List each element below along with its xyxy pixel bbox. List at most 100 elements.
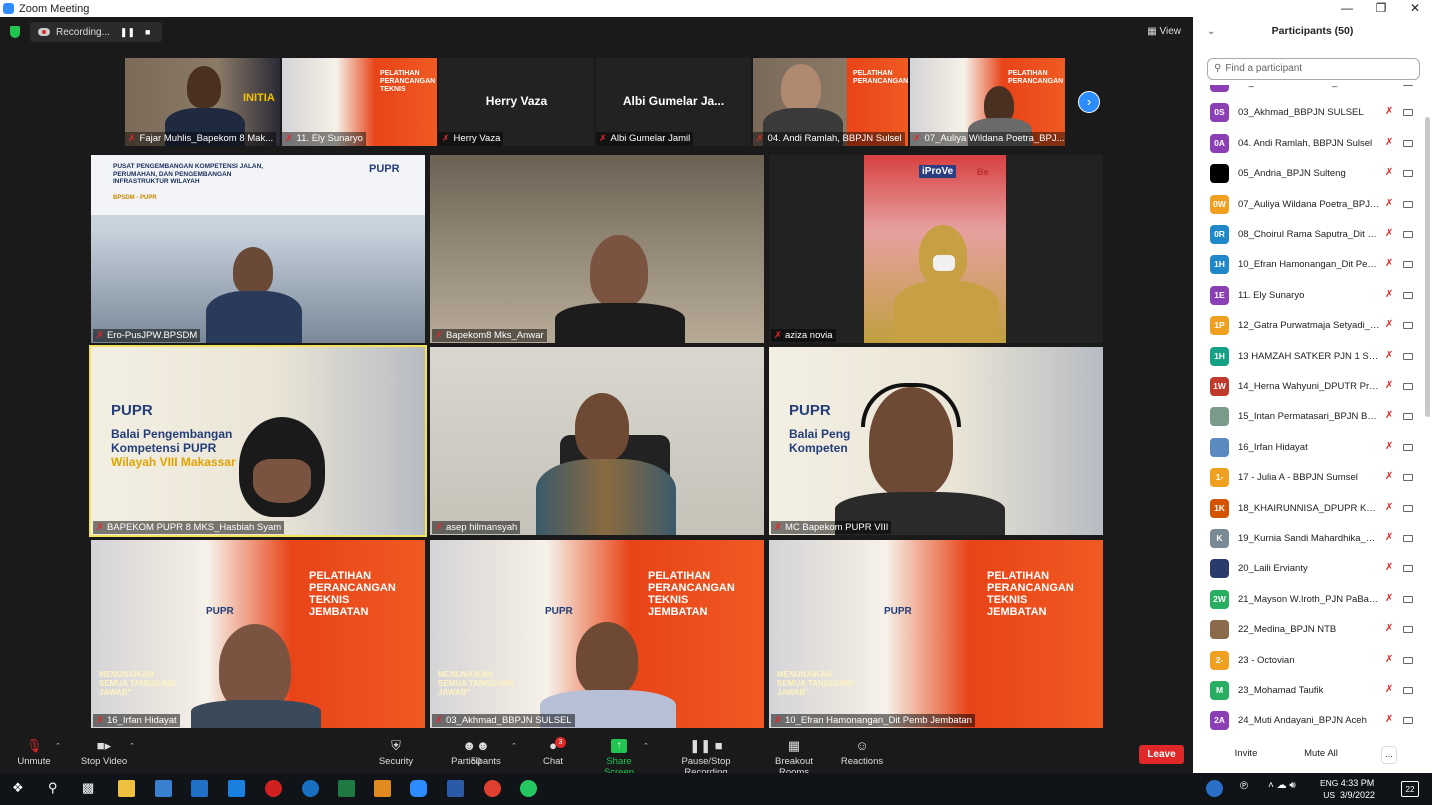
participant-row[interactable]: 1P 12_Gatra Purwatmaja Setyadi_B... ✗ [1193, 312, 1425, 340]
search-icon[interactable]: ⚲ [48, 780, 58, 796]
invite-button[interactable]: Invite [1231, 746, 1261, 764]
chat-button[interactable]: ● 3 Chat [538, 737, 568, 767]
windows-start-icon[interactable]: ❖ [12, 780, 24, 796]
muted-mic-icon[interactable]: ✗ [1385, 471, 1393, 482]
video-camera-icon[interactable] [1403, 383, 1413, 390]
video-camera-icon[interactable] [1403, 656, 1413, 664]
video-camera-icon[interactable] [1403, 139, 1413, 147]
participant-row[interactable]: 0R 08_Choirul Rama Saputra_Dit P... ✗ [1193, 221, 1425, 249]
muted-mic-icon[interactable]: ✗ [1385, 502, 1393, 513]
mail-icon[interactable] [191, 780, 208, 797]
muted-mic-icon[interactable]: ✗ [1385, 258, 1393, 269]
stop-video-button[interactable]: ■▸ Stop Video [79, 739, 129, 768]
muted-mic-icon[interactable]: ✗ [1385, 380, 1393, 391]
security-button[interactable]: ⛨ Security [376, 739, 416, 768]
dropbox-icon[interactable] [228, 780, 245, 797]
close-button[interactable]: ✕ [1398, 0, 1432, 17]
video-camera-icon[interactable] [1403, 291, 1413, 299]
muted-mic-icon[interactable]: ✗ [1385, 319, 1393, 330]
maximize-button[interactable]: ❐ [1364, 0, 1398, 17]
participant-row[interactable]: 22_Medina_BPJN NTB ✗ [1193, 616, 1425, 644]
video-camera-icon[interactable] [1403, 626, 1413, 634]
next-page-arrow-icon[interactable]: › [1078, 91, 1100, 113]
muted-mic-icon[interactable]: ✗ [1385, 85, 1393, 87]
participant-row[interactable]: 2W 21_Mayson W.Iroth_PJN PaBar_... ✗ [1193, 586, 1425, 614]
task-view-icon[interactable]: ▩ [82, 780, 94, 796]
security-shield-icon[interactable] [10, 26, 20, 38]
muted-mic-icon[interactable]: ✗ [1385, 410, 1393, 421]
muted-mic-icon[interactable]: ✗ [1385, 228, 1393, 239]
muted-mic-icon[interactable]: ✗ [1385, 562, 1393, 573]
view-button[interactable]: ▦ View [1147, 26, 1181, 37]
muted-mic-icon[interactable]: ✗ [1385, 593, 1393, 604]
video-camera-icon[interactable] [1403, 85, 1413, 86]
muted-mic-icon[interactable]: ✗ [1385, 350, 1393, 361]
pause-recording-icon[interactable]: ❚❚ [120, 27, 135, 38]
participant-row[interactable]: 0A 04. Andi Ramlah, BBPJN Sulsel ✗ [1193, 130, 1425, 158]
video-tile[interactable]: ✗ Bapekom8 Mks_Anwar [430, 155, 764, 343]
whatsapp-icon[interactable] [520, 780, 537, 797]
muted-mic-icon[interactable]: ✗ [1385, 137, 1393, 148]
strip-tile[interactable]: Herry Vaza ✗ Herry Vaza [439, 58, 594, 146]
video-camera-icon[interactable] [1403, 109, 1413, 117]
word-icon[interactable] [447, 780, 464, 797]
video-camera-icon[interactable] [1403, 504, 1413, 512]
file-explorer-icon[interactable] [118, 780, 135, 797]
video-camera-icon[interactable] [1403, 717, 1413, 725]
stop-recording-icon[interactable]: ■ [145, 27, 150, 37]
audio-options-caret[interactable]: ˆ [52, 742, 64, 753]
participant-row[interactable]: 05_Andria_BPJN Sulteng ✗ [1193, 160, 1425, 188]
participant-row[interactable]: OB 02_Adhiwan Banuzaki_BBPJN Sult... ✗ [1193, 85, 1425, 97]
video-tile[interactable]: PELATIHAN PERANCANGAN TEKNIS JEMBATAN PUPR … [91, 540, 425, 728]
participant-row[interactable]: K 19_Kurnia Sandi Mahardhika_B... ✗ [1193, 525, 1425, 553]
participant-row[interactable]: 1H 13 HAMZAH SATKER PJN 1 SUL... ✗ [1193, 343, 1425, 371]
video-camera-icon[interactable] [1403, 687, 1413, 694]
video-camera-icon[interactable] [1403, 322, 1413, 330]
video-tile[interactable]: PELATIHAN PERANCANGAN TEKNIS JEMBATAN PUPR … [769, 540, 1103, 728]
notification-center-icon[interactable]: 22 [1401, 781, 1419, 797]
muted-mic-icon[interactable]: ✗ [1385, 106, 1393, 117]
participant-row[interactable]: 1E 11. Ely Sunaryo ✗ [1193, 282, 1425, 310]
muted-mic-icon[interactable]: ✗ [1385, 714, 1393, 725]
strip-tile[interactable]: INITIA ✗ Fajar Muhlis_Bapekom 8 Mak... [125, 58, 280, 146]
video-tile-active-speaker[interactable]: PUPR Balai Pengembangan Kompetensi PUPR Wi… [89, 345, 427, 537]
participant-row[interactable]: 1W 14_Herna Wahyuni_DPUTR Prov... ✗ [1193, 373, 1425, 401]
participant-row[interactable]: 2- 23 - Octovian ✗ [1193, 647, 1425, 675]
share-options-caret[interactable]: ˆ [640, 742, 652, 753]
excel-icon[interactable] [338, 780, 355, 797]
video-camera-icon[interactable] [1403, 443, 1413, 451]
muted-mic-icon[interactable]: ✗ [1385, 198, 1393, 209]
store-icon[interactable] [155, 780, 172, 797]
participant-row[interactable]: 2A 24_Muti Andayani_BPJN Aceh ✗ [1193, 707, 1425, 733]
participant-list-scrollbar[interactable] [1425, 117, 1430, 417]
strip-tile[interactable]: PELATIHAN PERANCANGAN TEKNIS ✗ 11. Ely Suna… [282, 58, 437, 146]
media-player-icon[interactable] [374, 780, 391, 797]
leave-button[interactable]: Leave [1139, 745, 1184, 764]
chrome-icon[interactable] [484, 780, 501, 797]
video-camera-icon[interactable] [1403, 474, 1413, 482]
participant-row[interactable]: 16_Irfan Hidayat ✗ [1193, 434, 1425, 462]
video-camera-icon[interactable] [1403, 535, 1413, 542]
system-tray-icons[interactable]: ˄ ☁ 🔊︎ [1268, 780, 1296, 791]
muted-mic-icon[interactable]: ✗ [1385, 441, 1393, 452]
edge-icon[interactable] [302, 780, 319, 797]
video-camera-icon[interactable] [1403, 352, 1413, 360]
video-tile[interactable]: ✗ asep hilmansyah [430, 347, 764, 535]
strip-tile[interactable]: Albi Gumelar Ja... ✗ Albi Gumelar Jamil [596, 58, 751, 146]
participant-search-input[interactable]: ⚲ Find a participant [1207, 58, 1420, 80]
video-camera-icon[interactable] [1403, 231, 1413, 238]
video-options-caret[interactable]: ˆ [126, 742, 138, 753]
people-icon[interactable]: ℗ [1240, 780, 1248, 792]
muted-mic-icon[interactable]: ✗ [1385, 167, 1393, 178]
video-tile[interactable]: PUSAT PENGEMBANGAN KOMPETENSI JALAN, PER… [91, 155, 425, 343]
muted-mic-icon[interactable]: ✗ [1385, 654, 1393, 665]
muted-mic-icon[interactable]: ✗ [1385, 532, 1393, 543]
language-indicator[interactable]: ENG US [1320, 777, 1338, 801]
participant-row[interactable]: 0W 07_Auliya Wildana Poetra_BPJN... ✗ [1193, 191, 1425, 219]
strip-tile[interactable]: PELATIHAN PERANCANGAN ✗ 04. Andi Ramlah, B… [753, 58, 908, 146]
video-tile[interactable]: iProVe Be ✗ aziza novia [769, 155, 1103, 343]
strip-tile[interactable]: PELATIHAN PERANCANGAN ✗ 07_Auliya Wildana … [910, 58, 1065, 146]
more-options-button[interactable]: ... [1381, 746, 1397, 764]
zoom-icon[interactable] [410, 780, 427, 797]
video-camera-icon[interactable] [1403, 565, 1413, 573]
